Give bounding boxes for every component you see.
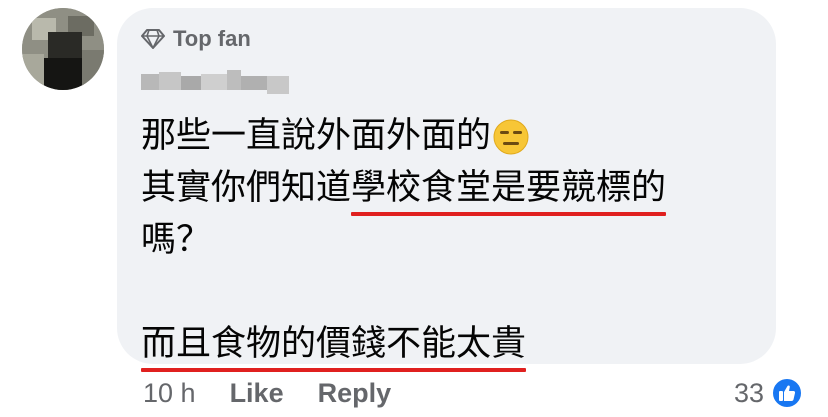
like-button[interactable]: Like	[230, 378, 284, 409]
comment-actions: 10 h Like Reply	[143, 373, 391, 413]
comment-text: 那些一直說外面外面的 其實你們知道 學校食堂是要競標的 嗎？ 而且食物的價錢不能…	[141, 110, 761, 372]
diamond-icon	[141, 29, 165, 49]
comment-line-text: 那些一直說外面外面的	[141, 116, 492, 156]
comment-line-text: 嗎？	[141, 220, 212, 260]
expressionless-face-icon	[493, 118, 529, 155]
reaction-summary[interactable]: 33	[734, 374, 804, 412]
badge-label: Top fan	[173, 26, 251, 51]
commenter-avatar[interactable]	[22, 8, 104, 90]
thumbs-up-icon	[770, 376, 804, 410]
comment-line: 嗎？	[141, 214, 761, 266]
author-name-obscured[interactable]	[141, 68, 291, 94]
reply-button[interactable]: Reply	[318, 378, 392, 409]
reaction-count: 33	[733, 377, 764, 408]
top-fan-badge: Top fan	[141, 26, 251, 52]
red-underlined-text: 而且食物的價錢不能太貴	[141, 318, 527, 372]
comment-line: 其實你們知道 學校食堂是要競標的	[141, 162, 761, 216]
red-underlined-text: 學校食堂是要競標的	[351, 162, 667, 216]
comment-bubble: Top fan 那些一直說外面外面的 其實你們知道 學校食堂是要競標的 嗎？ 而…	[117, 8, 776, 372]
comment-line: 那些一直說外面外面的	[141, 110, 761, 162]
comment-timestamp[interactable]: 10 h	[143, 378, 196, 409]
comment-line-text: 其實你們知道	[141, 168, 352, 208]
comment-line: 而且食物的價錢不能太貴	[141, 318, 761, 372]
comment-blank-line	[141, 266, 761, 318]
